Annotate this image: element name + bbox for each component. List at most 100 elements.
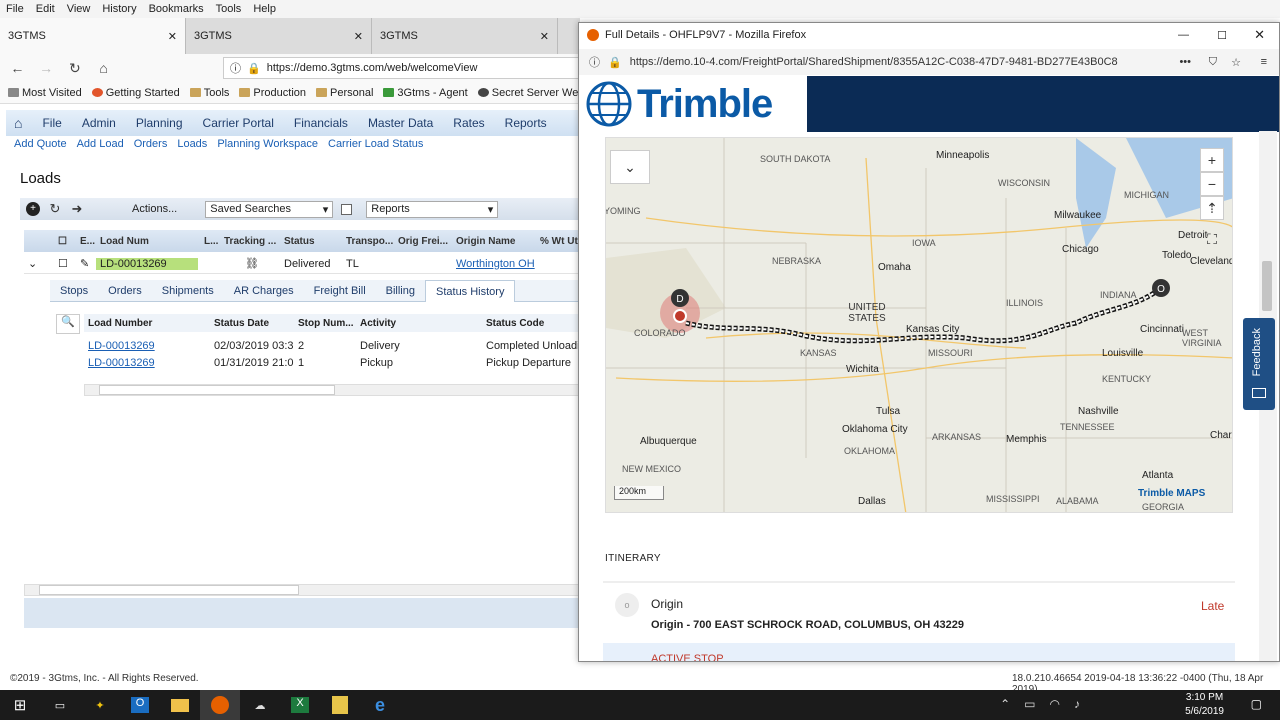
- edit-icon[interactable]: ✎: [76, 257, 96, 270]
- hamburger-icon[interactable]: ≡: [1261, 56, 1267, 68]
- windows-start-icon[interactable]: ⊞: [0, 690, 40, 720]
- reports-select[interactable]: Reports ▾: [366, 200, 499, 218]
- menu-help[interactable]: Help: [253, 3, 276, 15]
- col-header[interactable]: Transpo...: [342, 236, 394, 247]
- pocket-icon[interactable]: ⛉: [1209, 56, 1217, 69]
- col-header[interactable]: % Wt Uti: [536, 236, 580, 247]
- checkbox[interactable]: [341, 203, 353, 215]
- menu-file[interactable]: File: [6, 3, 24, 15]
- submenu-orders[interactable]: Orders: [134, 138, 168, 154]
- browser-tab[interactable]: 3GTMS ✕: [0, 18, 186, 54]
- scrollbar-thumb[interactable]: [99, 385, 335, 395]
- menu-item-admin[interactable]: Admin: [82, 116, 116, 130]
- notepad-icon[interactable]: [320, 690, 360, 720]
- submenu-planning-workspace[interactable]: Planning Workspace: [217, 138, 318, 154]
- edge-icon[interactable]: e: [360, 690, 400, 720]
- menu-item-financials[interactable]: Financials: [294, 116, 348, 130]
- saved-searches-select[interactable]: Saved Searches ▾: [205, 200, 334, 218]
- menu-bookmarks[interactable]: Bookmarks: [149, 3, 204, 15]
- popup-url-bar[interactable]: ⓘ 🔒 https://demo.10-4.com/FreightPortal/…: [579, 49, 1279, 75]
- bookmark-agent[interactable]: 3Gtms - Agent: [383, 87, 468, 99]
- outlook-icon[interactable]: O: [120, 690, 160, 720]
- col-header[interactable]: Status Code: [482, 318, 578, 329]
- close-icon[interactable]: ✕: [168, 30, 177, 43]
- bookmark-production[interactable]: Production: [239, 87, 306, 99]
- select-all-checkbox[interactable]: ☐: [54, 236, 76, 247]
- close-icon[interactable]: ✕: [354, 30, 363, 43]
- chevron-down-icon[interactable]: ⌄: [24, 257, 54, 270]
- load-link[interactable]: LD-00013269: [84, 340, 210, 352]
- scrollbar-thumb[interactable]: [39, 585, 299, 595]
- battery-icon[interactable]: ▭: [1024, 697, 1035, 711]
- compass-icon[interactable]: ⇡: [1200, 196, 1224, 220]
- col-header[interactable]: Load Number: [84, 318, 210, 329]
- file-explorer-icon[interactable]: [160, 690, 200, 720]
- tab-stops[interactable]: Stops: [50, 280, 98, 302]
- excel-icon[interactable]: X: [280, 690, 320, 720]
- row-checkbox[interactable]: ☐: [54, 257, 76, 270]
- submenu-loads[interactable]: Loads: [177, 138, 207, 154]
- col-header[interactable]: Orig Frei...: [394, 236, 452, 247]
- home-icon[interactable]: ⌂: [14, 115, 22, 131]
- bookmark-tools[interactable]: Tools: [189, 87, 229, 99]
- fullscreen-icon[interactable]: ⛶: [1202, 230, 1222, 250]
- home-icon[interactable]: ⌂: [94, 60, 113, 76]
- table-row[interactable]: LD-00013269 01/31/2019 21:01 1 Pickup Pi…: [84, 354, 580, 371]
- col-header[interactable]: Tracking ...: [220, 236, 280, 247]
- col-header[interactable]: Status Date: [210, 318, 294, 329]
- scrollbar-thumb[interactable]: [1262, 261, 1272, 311]
- tab-billing[interactable]: Billing: [376, 280, 425, 302]
- tab-shipments[interactable]: Shipments: [152, 280, 224, 302]
- reload-icon[interactable]: ↻: [66, 60, 85, 77]
- menu-item-rates[interactable]: Rates: [453, 116, 484, 130]
- bookmark-personal[interactable]: Personal: [316, 87, 373, 99]
- tab-freight-bill[interactable]: Freight Bill: [304, 280, 376, 302]
- load-link[interactable]: LD-00013269: [84, 357, 210, 369]
- tab-ar-charges[interactable]: AR Charges: [224, 280, 304, 302]
- search-icon[interactable]: 🔍: [56, 314, 80, 334]
- feedback-tab[interactable]: Feedback: [1243, 318, 1275, 410]
- menu-item-carrier-portal[interactable]: Carrier Portal: [203, 116, 274, 130]
- menu-edit[interactable]: Edit: [36, 3, 55, 15]
- refresh-icon[interactable]: ↻: [48, 202, 62, 216]
- close-icon[interactable]: ✕: [540, 30, 549, 43]
- bookmark-secret-server[interactable]: Secret Server Web Pa: [477, 87, 580, 99]
- zoom-in-button[interactable]: +: [1200, 148, 1224, 172]
- actions-menu[interactable]: Actions...: [132, 203, 177, 215]
- chat-icon[interactable]: ☁: [240, 690, 280, 720]
- origin-name-link[interactable]: Worthington OH: [452, 258, 536, 270]
- tab-orders[interactable]: Orders: [98, 280, 152, 302]
- notification-icon[interactable]: ▢: [1251, 697, 1262, 711]
- col-header[interactable]: Origin Name: [452, 236, 536, 247]
- menu-view[interactable]: View: [67, 3, 91, 15]
- table-row[interactable]: ⌄ ☐ ✎ LD-00013269 ⛓ Delivered TL Worthin…: [24, 254, 580, 274]
- chevron-up-icon[interactable]: ⌃: [1000, 697, 1010, 711]
- col-header[interactable]: Stop Num...: [294, 318, 356, 329]
- star-icon[interactable]: ☆: [1231, 56, 1241, 69]
- network-icon[interactable]: ◠: [1050, 697, 1060, 711]
- col-header[interactable]: Load Num: [96, 236, 200, 247]
- volume-icon[interactable]: ♪: [1074, 697, 1080, 711]
- menu-tools[interactable]: Tools: [216, 3, 242, 15]
- back-icon[interactable]: ←: [8, 60, 27, 76]
- clock[interactable]: 3:10 PM 5/6/2019: [1185, 691, 1224, 719]
- menu-item-reports[interactable]: Reports: [505, 116, 547, 130]
- table-row[interactable]: LD-00013269 02/03/2019 03:32 2 Delivery …: [84, 337, 580, 354]
- submenu-add-load[interactable]: Add Load: [77, 138, 124, 154]
- tab-status-history[interactable]: Status History: [425, 279, 516, 302]
- minimize-icon[interactable]: —: [1178, 29, 1189, 41]
- menu-history[interactable]: History: [102, 3, 136, 15]
- col-header[interactable]: L...: [200, 236, 220, 247]
- more-icon[interactable]: •••: [1179, 56, 1191, 68]
- col-header[interactable]: Activity: [356, 318, 482, 329]
- task-view-icon[interactable]: ▭: [40, 690, 80, 720]
- submenu-carrier-load-status[interactable]: Carrier Load Status: [328, 138, 423, 154]
- horizontal-scrollbar[interactable]: [24, 584, 580, 596]
- bookmark-most-visited[interactable]: Most Visited: [8, 87, 82, 99]
- menu-item-file[interactable]: File: [42, 116, 61, 130]
- export-icon[interactable]: ➜: [70, 202, 84, 216]
- map-attribution[interactable]: Trimble MAPS: [1138, 488, 1205, 499]
- horizontal-scrollbar[interactable]: [84, 384, 580, 396]
- col-header[interactable]: Status: [280, 236, 342, 247]
- url-bar[interactable]: ⓘ 🔒 https://demo.3gtms.com/web/welcomeVi…: [223, 57, 581, 79]
